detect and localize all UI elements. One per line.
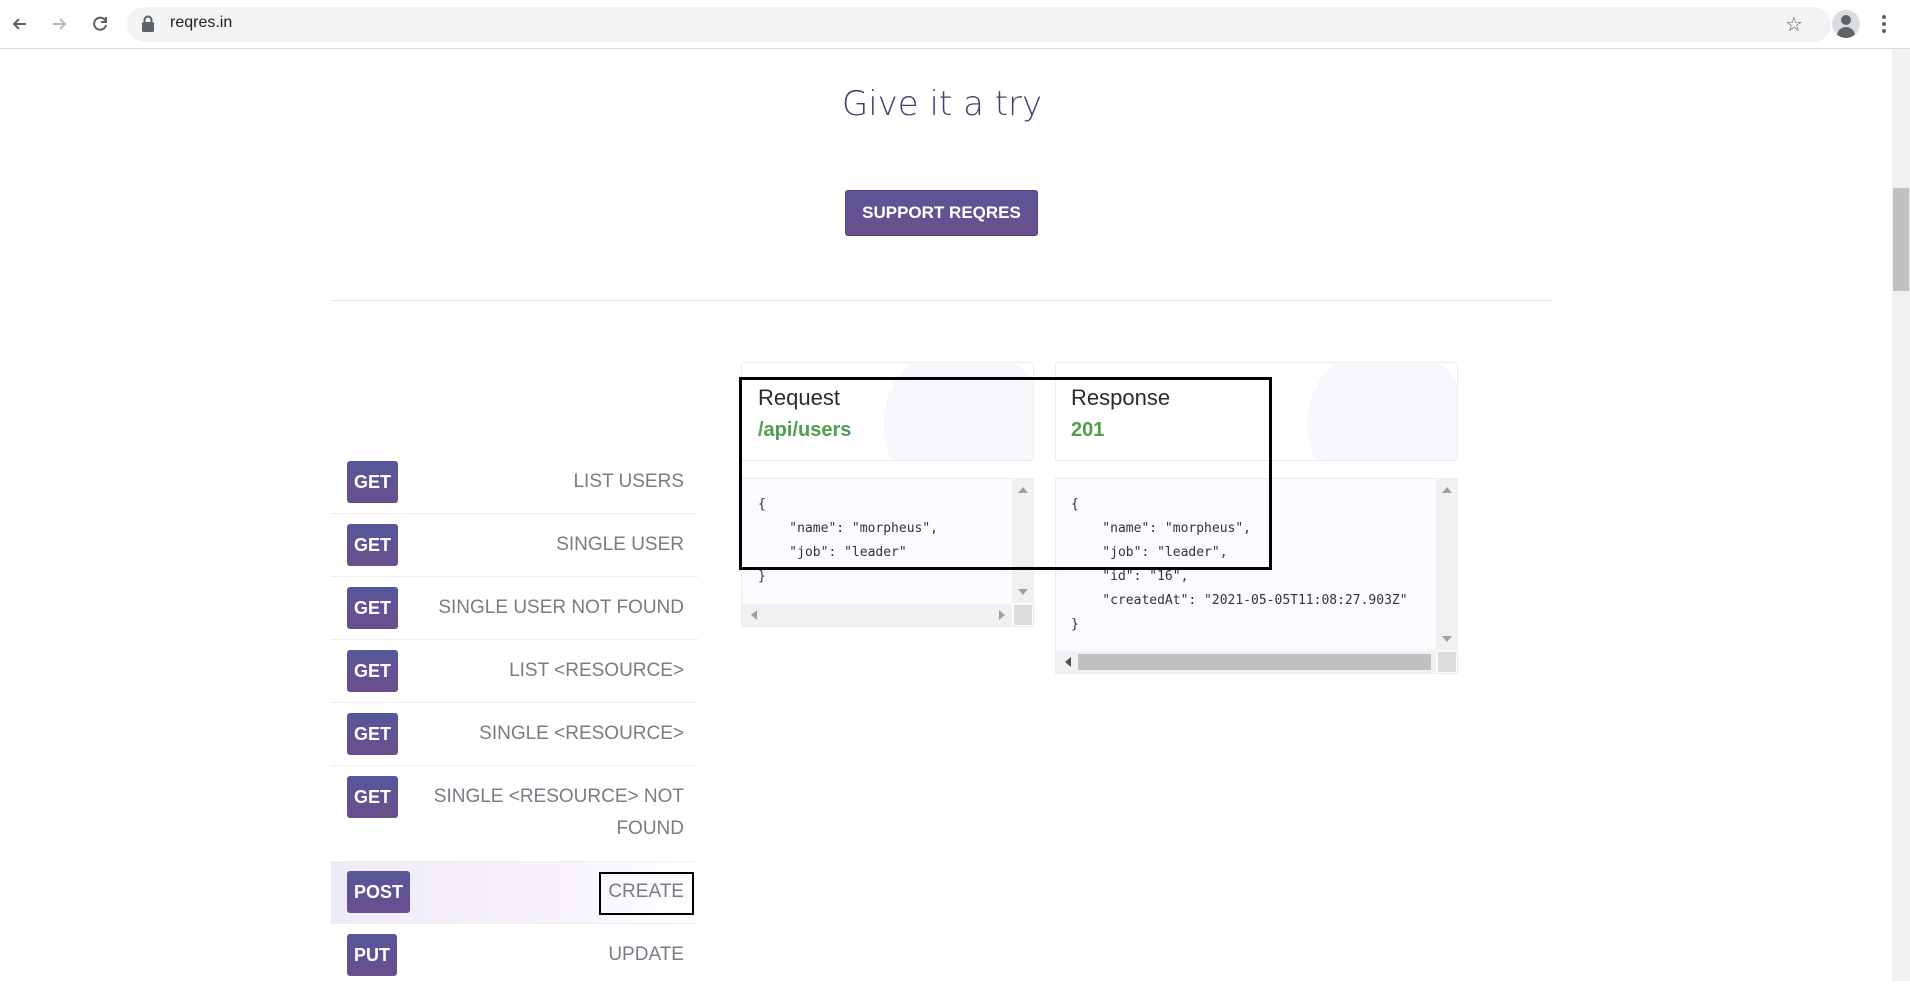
scroll-up-icon[interactable] xyxy=(1442,486,1452,494)
scroll-right-icon[interactable] xyxy=(998,610,1006,620)
endpoint-item-single-resource[interactable]: GET SINGLE <RESOURCE> xyxy=(331,704,698,766)
bookmark-star-icon[interactable]: ☆ xyxy=(1782,11,1806,37)
endpoint-label: SINGLE USER xyxy=(556,534,684,555)
back-button[interactable] xyxy=(6,10,34,38)
url-text[interactable]: reqres.in xyxy=(170,14,232,32)
forward-arrow-icon xyxy=(53,18,67,30)
endpoint-item-list-users[interactable]: GET LIST USERS xyxy=(331,452,698,514)
reload-icon xyxy=(93,16,107,31)
method-badge: GET xyxy=(347,776,399,818)
method-badge: GET xyxy=(347,461,399,503)
endpoint-label-line1: SINGLE <RESOURCE> NOT xyxy=(433,786,684,807)
profile-avatar[interactable] xyxy=(1832,10,1860,38)
highlight-create xyxy=(599,872,694,915)
scroll-left-icon[interactable] xyxy=(750,610,758,620)
forward-button[interactable] xyxy=(45,10,73,38)
scroll-down-icon[interactable] xyxy=(1442,635,1452,643)
divider xyxy=(331,300,1553,301)
section-heading: Give it a try xyxy=(841,84,1043,124)
reload-button[interactable] xyxy=(86,10,114,38)
endpoint-label-line2: FOUND xyxy=(616,818,684,839)
response-horizontal-scrollbar-thumb[interactable] xyxy=(1078,654,1431,670)
code-line: "id": "16", xyxy=(1071,569,1189,584)
back-arrow-icon xyxy=(12,18,26,30)
endpoint-item-single-user-not-found[interactable]: GET SINGLE USER NOT FOUND xyxy=(331,578,698,640)
menu-kebab-icon[interactable] xyxy=(1877,10,1891,38)
method-badge: PUT xyxy=(347,934,397,976)
scroll-left-icon[interactable] xyxy=(1064,657,1072,667)
highlight-request-response xyxy=(739,377,1272,570)
method-badge: GET xyxy=(347,524,399,566)
response-vertical-scrollbar[interactable] xyxy=(1436,479,1457,650)
lock-icon xyxy=(141,15,155,37)
endpoint-label: LIST <RESOURCE> xyxy=(509,660,684,681)
endpoint-item-single-resource-not-found[interactable]: GET SINGLE <RESOURCE> NOT FOUND xyxy=(331,767,698,862)
endpoint-item-list-resource[interactable]: GET LIST <RESOURCE> xyxy=(331,641,698,703)
endpoint-item-update[interactable]: PUT UPDATE xyxy=(331,925,698,987)
scroll-down-icon[interactable] xyxy=(1018,588,1028,596)
page-scrollbar-thumb[interactable] xyxy=(1893,188,1909,291)
method-badge: GET xyxy=(347,713,399,755)
support-reqres-button[interactable]: SUPPORT REQRES xyxy=(845,190,1038,236)
endpoint-item-single-user[interactable]: GET SINGLE USER xyxy=(331,515,698,577)
code-line: "createdAt": "2021-05-05T11:08:27.903Z" xyxy=(1071,593,1408,608)
method-badge: POST xyxy=(347,871,411,913)
endpoint-label: UPDATE xyxy=(608,944,684,965)
code-line: } xyxy=(1071,617,1079,632)
endpoint-label: LIST USERS xyxy=(573,471,684,492)
method-badge: GET xyxy=(347,650,399,692)
method-badge: GET xyxy=(347,587,399,629)
endpoint-label: SINGLE USER NOT FOUND xyxy=(438,597,684,618)
address-bar[interactable] xyxy=(127,7,1831,42)
endpoint-label: SINGLE <RESOURCE> xyxy=(479,723,684,744)
code-line: } xyxy=(758,569,766,584)
request-horizontal-scrollbar[interactable] xyxy=(742,604,1012,626)
